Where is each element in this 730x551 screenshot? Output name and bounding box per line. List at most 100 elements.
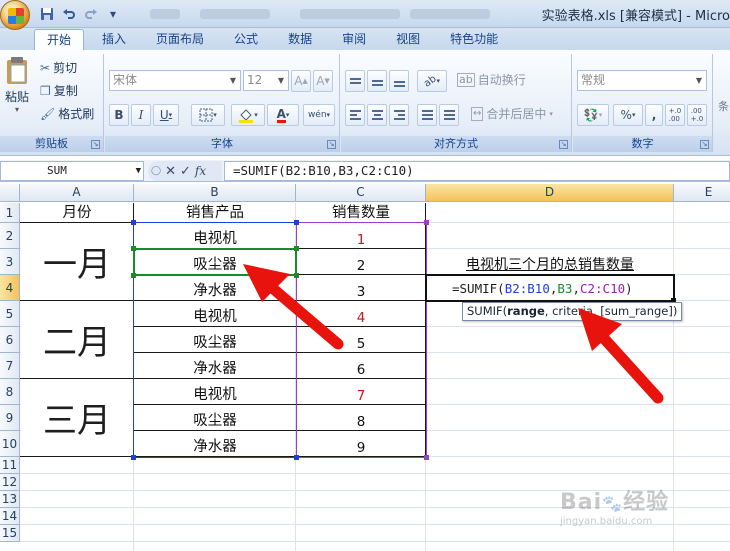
cell-a2-merged[interactable]: 一月 xyxy=(21,223,133,300)
row-header-1[interactable]: 1 xyxy=(0,203,20,223)
row-header-14[interactable]: 14 xyxy=(0,508,20,525)
cell-c1[interactable]: 销售数量 xyxy=(296,203,426,223)
row-header-13[interactable]: 13 xyxy=(0,491,20,508)
fx-icon[interactable]: fx xyxy=(195,164,206,178)
percent-button[interactable]: % ▾ xyxy=(613,104,643,126)
tab-insert[interactable]: 插入 xyxy=(90,29,138,50)
tab-formulas[interactable]: 公式 xyxy=(222,29,270,50)
tab-review[interactable]: 审阅 xyxy=(330,29,378,50)
align-center-button[interactable] xyxy=(367,104,387,126)
enter-icon[interactable]: ✓ xyxy=(180,164,191,179)
row-header-3[interactable]: 3 xyxy=(0,249,20,275)
italic-button[interactable]: I xyxy=(131,104,151,126)
phonetic-button[interactable]: wén ▾ xyxy=(303,104,335,126)
row-header-8[interactable]: 8 xyxy=(0,379,20,405)
grow-font-button[interactable]: A ▲ xyxy=(291,70,311,92)
cell-a8-merged[interactable]: 三月 xyxy=(21,379,133,456)
currency-button[interactable]: 💱 ▾ xyxy=(577,104,609,126)
row-header-12[interactable]: 12 xyxy=(0,474,20,491)
cell-b1[interactable]: 销售产品 xyxy=(134,203,296,223)
decrease-indent-button[interactable] xyxy=(417,104,437,126)
row-header-11[interactable]: 11 xyxy=(0,457,20,474)
font-color-button[interactable]: A ▾ xyxy=(267,104,299,126)
align-right-button[interactable] xyxy=(389,104,409,126)
formula-input[interactable]: =SUMIF(B2:B10,B3,C2:C10) xyxy=(224,161,730,181)
row-header-15[interactable]: 15 xyxy=(0,525,20,542)
decrease-decimal-button[interactable]: .00 +.0 xyxy=(687,104,707,126)
column-header-e[interactable]: E xyxy=(674,184,730,202)
cell-b2[interactable]: 电视机 xyxy=(134,223,296,249)
increase-indent-button[interactable] xyxy=(439,104,459,126)
cell-b5[interactable]: 电视机 xyxy=(134,301,296,327)
cell-b10[interactable]: 净水器 xyxy=(134,431,296,457)
row-header-2[interactable]: 2 xyxy=(0,223,20,249)
tab-home[interactable]: 开始 xyxy=(34,29,85,50)
tab-data[interactable]: 数据 xyxy=(276,29,324,50)
paste-button[interactable]: 粘贴 ▾ xyxy=(3,56,31,126)
number-launcher-icon[interactable]: ↘ xyxy=(700,140,709,149)
align-left-button[interactable] xyxy=(345,104,365,126)
cell-c10[interactable]: 9 xyxy=(296,431,426,457)
align-middle-button[interactable] xyxy=(367,70,387,92)
cut-button[interactable]: ✂ 剪切 xyxy=(40,58,77,78)
redo-icon[interactable] xyxy=(82,5,100,23)
column-header-a[interactable]: A xyxy=(20,184,134,202)
cell-d4-active[interactable]: =SUMIF(B2:B10,B3,C2:C10) xyxy=(425,274,676,303)
row-header-10[interactable]: 10 xyxy=(0,431,20,457)
cell-b9[interactable]: 吸尘器 xyxy=(134,405,296,431)
cell-b7[interactable]: 净水器 xyxy=(134,353,296,379)
cell-b8[interactable]: 电视机 xyxy=(134,379,296,405)
office-button[interactable] xyxy=(0,0,30,30)
number-format-combo[interactable]: 常规 ▼ xyxy=(577,70,707,91)
cell-b6[interactable]: 吸尘器 xyxy=(134,327,296,353)
cell-a1[interactable]: 月份 xyxy=(20,203,134,223)
tab-view[interactable]: 视图 xyxy=(384,29,432,50)
row-header-6[interactable]: 6 xyxy=(0,327,20,353)
column-header-d[interactable]: D xyxy=(426,184,674,202)
alignment-launcher-icon[interactable]: ↘ xyxy=(559,140,568,149)
row-header-9[interactable]: 9 xyxy=(0,405,20,431)
cell-c6[interactable]: 5 xyxy=(296,327,426,353)
merge-center-button[interactable]: ↔ 合并后居中 ▾ xyxy=(471,104,553,124)
function-tooltip[interactable]: SUMIF(range, criteria, [sum_range]) xyxy=(462,302,683,321)
customize-icon[interactable]: ▾ xyxy=(104,5,122,23)
copy-button[interactable]: ❐ 复制 xyxy=(40,81,78,101)
tab-special[interactable]: 特色功能 xyxy=(438,29,510,50)
tab-page-layout[interactable]: 页面布局 xyxy=(144,29,216,50)
save-icon[interactable] xyxy=(38,5,56,23)
border-button[interactable]: ▾ xyxy=(191,104,225,126)
collapse-icon[interactable]: ◯ xyxy=(151,166,161,176)
cell-b4[interactable]: 净水器 xyxy=(134,275,296,301)
comma-button[interactable]: , xyxy=(645,104,663,126)
align-top-button[interactable] xyxy=(345,70,365,92)
bold-button[interactable]: B xyxy=(109,104,129,126)
row-header-4[interactable]: 4 xyxy=(0,275,20,301)
font-name-combo[interactable]: 宋体 ▼ xyxy=(109,70,241,91)
cell-d3[interactable]: 电视机三个月的总销售数量 xyxy=(426,249,674,275)
increase-decimal-button[interactable]: +.0 .00 xyxy=(665,104,685,126)
fill-color-button[interactable]: ▾ xyxy=(231,104,265,126)
name-box[interactable]: SUM ▼ xyxy=(0,161,144,181)
row-header-7[interactable]: 7 xyxy=(0,353,20,379)
cell-c8[interactable]: 7 xyxy=(296,379,426,405)
shrink-font-button[interactable]: A ▼ xyxy=(313,70,333,92)
column-header-c[interactable]: C xyxy=(296,184,426,202)
align-bottom-button[interactable] xyxy=(389,70,409,92)
underline-button[interactable]: U ▾ xyxy=(153,104,179,126)
font-launcher-icon[interactable]: ↘ xyxy=(327,140,336,149)
select-all-corner[interactable] xyxy=(0,184,20,202)
cell-c4[interactable]: 3 xyxy=(296,275,426,301)
cell-c2[interactable]: 1 xyxy=(296,223,426,249)
wrap-text-button[interactable]: ab 自动换行 xyxy=(457,70,526,90)
row-header-5[interactable]: 5 xyxy=(0,301,20,327)
format-painter-button[interactable]: 🖌 格式刷 xyxy=(40,104,94,124)
cell-c3[interactable]: 2 xyxy=(296,249,426,275)
undo-icon[interactable] xyxy=(60,5,78,23)
clipboard-launcher-icon[interactable]: ↘ xyxy=(91,140,100,149)
cell-c9[interactable]: 8 xyxy=(296,405,426,431)
column-header-b[interactable]: B xyxy=(134,184,296,202)
cell-c5[interactable]: 4 xyxy=(296,301,426,327)
cell-b3[interactable]: 吸尘器 xyxy=(134,249,296,275)
cell-a5-merged[interactable]: 二月 xyxy=(21,301,133,378)
font-size-combo[interactable]: 12 ▼ xyxy=(243,70,289,91)
